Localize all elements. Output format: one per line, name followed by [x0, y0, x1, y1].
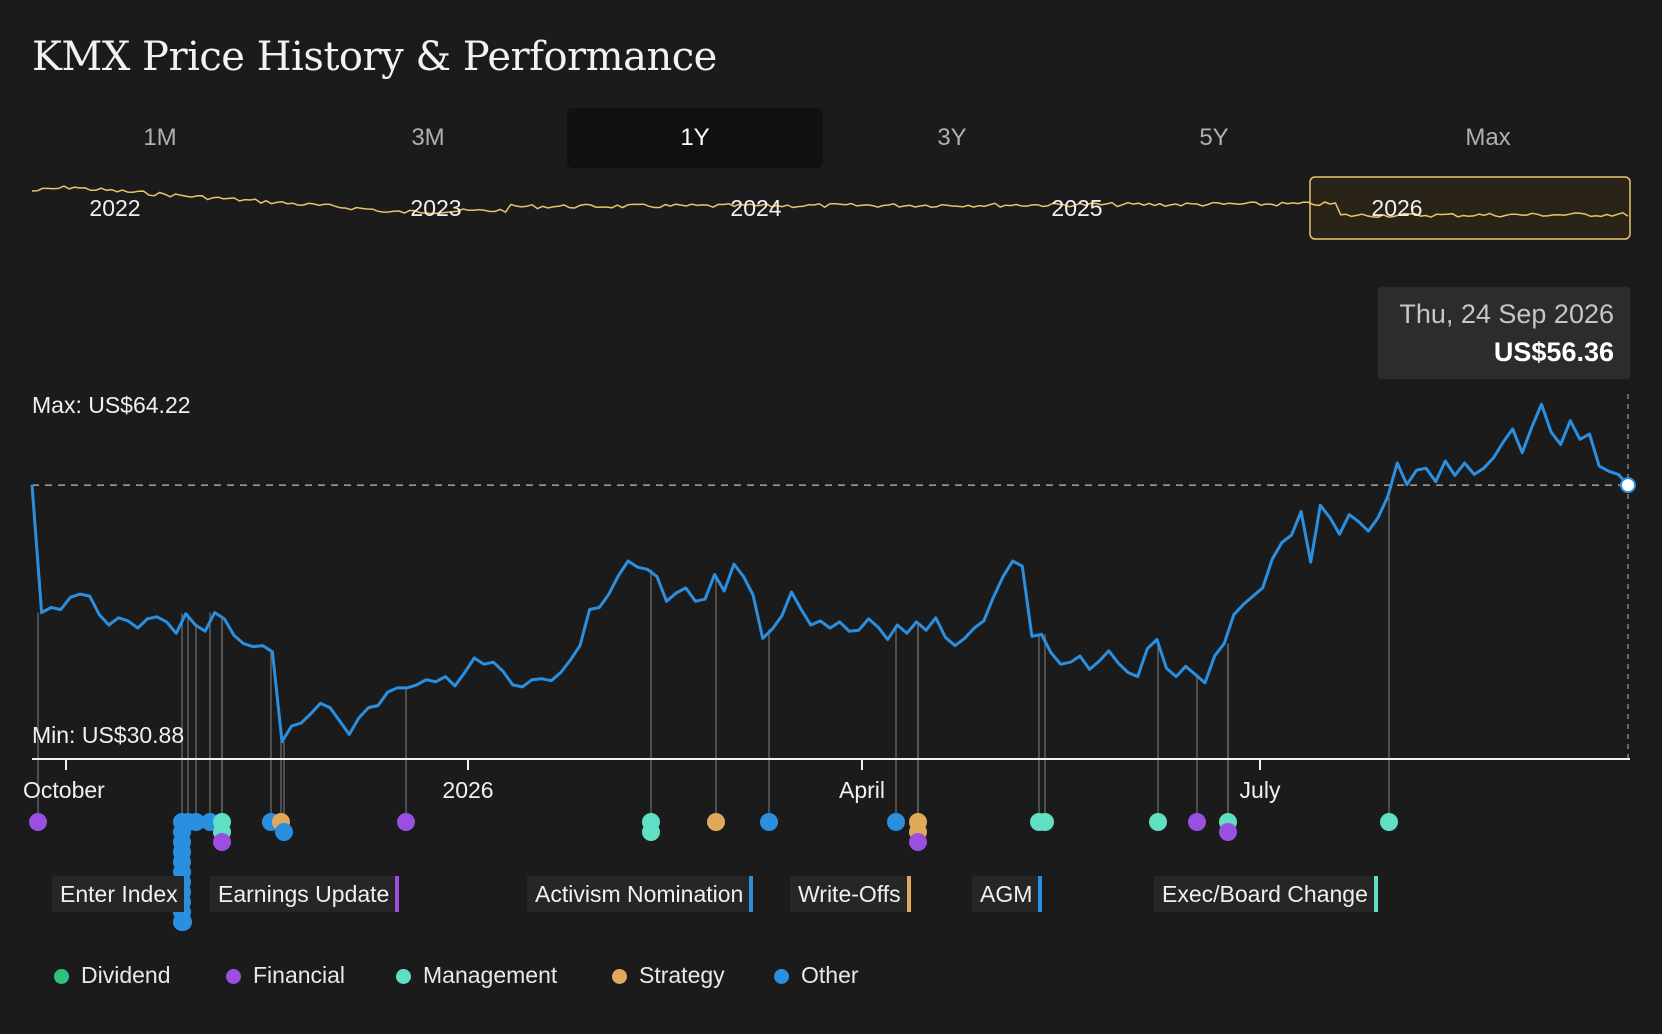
- navigator-year-2022: 2022: [89, 195, 140, 221]
- event-marker-dot[interactable]: [642, 823, 660, 841]
- legend-label: Dividend: [81, 962, 171, 988]
- event-marker-dot[interactable]: [707, 813, 725, 831]
- event-category-bar: [1373, 876, 1378, 912]
- legend-strategy[interactable]: Strategy: [612, 960, 725, 990]
- legend-label: Strategy: [639, 962, 725, 988]
- event-marker-dot[interactable]: [1149, 813, 1167, 831]
- min-price-label: Min: US$30.88: [32, 722, 185, 748]
- event-label: AGM: [980, 881, 1033, 907]
- navigator-selection[interactable]: [1309, 176, 1631, 240]
- event-marker-dot[interactable]: [29, 813, 47, 831]
- event-category-bar: [1038, 876, 1043, 912]
- event-marker-dot[interactable]: [760, 813, 778, 831]
- event-label: Enter Index: [60, 881, 178, 907]
- event-marker-dot[interactable]: [887, 813, 905, 831]
- event-marker-dot[interactable]: [1036, 813, 1054, 831]
- event-stems: [37, 497, 1390, 822]
- legend-label: Financial: [253, 962, 346, 988]
- x-tick-label-july: July: [1240, 777, 1281, 803]
- event-marker-dot[interactable]: [174, 913, 192, 931]
- range-navigator[interactable]: 2022 2023 2024 2025 2026: [31, 176, 1631, 240]
- event-label: Activism Nomination: [535, 881, 744, 907]
- navigator-year-2025: 2025: [1051, 195, 1102, 221]
- event-category-bar: [395, 876, 400, 912]
- event-marker-dot[interactable]: [1219, 823, 1237, 841]
- navigator-year-2023: 2023: [410, 195, 461, 221]
- event-marker-dot[interactable]: [275, 823, 293, 841]
- tooltip-price: US$56.36: [1493, 337, 1614, 367]
- current-price-marker[interactable]: [1620, 477, 1636, 494]
- event-label: Earnings Update: [218, 881, 390, 907]
- legend-label: Other: [801, 962, 859, 988]
- navigator-year-2026: 2026: [1371, 195, 1422, 221]
- price-tooltip: Thu, 24 Sep 2026 US$56.36: [1378, 287, 1630, 379]
- event-label: Exec/Board Change: [1162, 881, 1368, 907]
- x-tick-label-2026: 2026: [442, 777, 493, 803]
- event-enter-index[interactable]: Enter Index: [52, 876, 188, 912]
- event-category-bar: [906, 876, 911, 912]
- legend-financial[interactable]: Financial: [226, 960, 345, 990]
- event-activism-nomination[interactable]: Activism Nomination: [527, 876, 754, 912]
- tooltip-date: Thu, 24 Sep 2026: [1399, 299, 1614, 329]
- legend-other[interactable]: Other: [774, 960, 859, 990]
- x-tick-label-october: October: [23, 777, 105, 803]
- event-exec-board-change[interactable]: Exec/Board Change: [1154, 876, 1378, 912]
- financial-dot-icon: [226, 969, 241, 984]
- legend-dividend[interactable]: Dividend: [54, 960, 171, 990]
- event-category-bar: [749, 876, 754, 912]
- other-dot-icon: [774, 969, 789, 984]
- event-marker-dot[interactable]: [1188, 813, 1206, 831]
- x-tick-label-april: April: [839, 777, 885, 803]
- event-marker-dot[interactable]: [1380, 813, 1398, 831]
- event-marker-dot[interactable]: [213, 833, 231, 851]
- event-agm[interactable]: AGM: [972, 876, 1043, 912]
- dividend-dot-icon: [54, 969, 69, 984]
- management-dot-icon: [396, 969, 411, 984]
- legend-management[interactable]: Management: [396, 960, 557, 990]
- legend-label: Management: [423, 962, 558, 988]
- event-category-bar: [183, 876, 188, 912]
- event-write-offs[interactable]: Write-Offs: [790, 876, 911, 912]
- strategy-dot-icon: [612, 969, 627, 984]
- max-price-label: Max: US$64.22: [32, 392, 191, 418]
- event-markers[interactable]: [29, 813, 1398, 931]
- event-marker-dot[interactable]: [397, 813, 415, 831]
- event-earnings-update[interactable]: Earnings Update: [210, 876, 400, 912]
- event-marker-dot[interactable]: [909, 833, 927, 851]
- navigator-year-2024: 2024: [730, 195, 781, 221]
- event-label: Write-Offs: [798, 881, 901, 907]
